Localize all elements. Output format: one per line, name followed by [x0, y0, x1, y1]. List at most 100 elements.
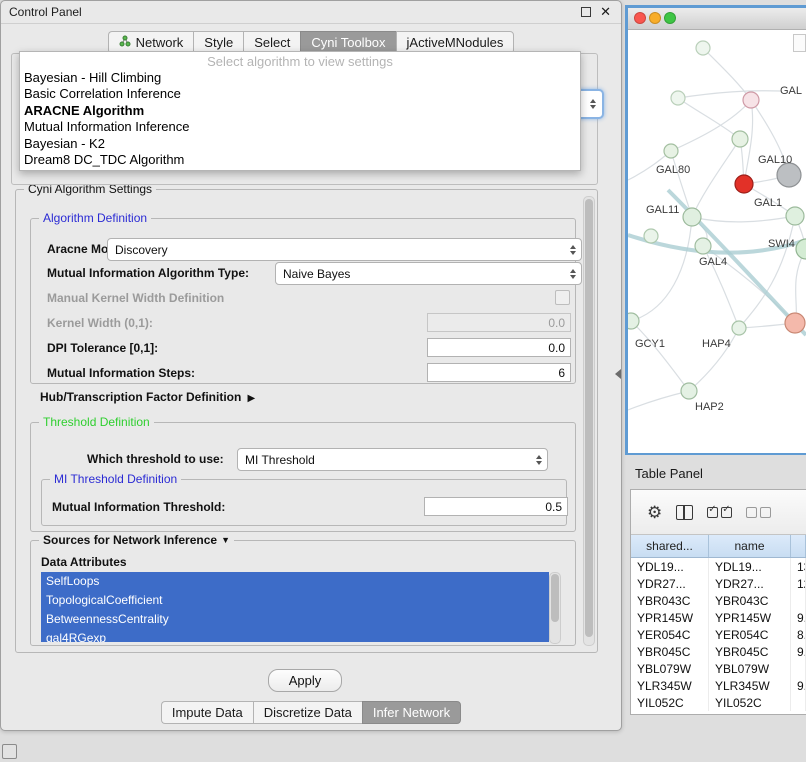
- hub-definition-toggle[interactable]: Hub/Transcription Factor Definition ▶: [40, 390, 255, 404]
- network-node[interactable]: [628, 313, 639, 329]
- table-cell: YDR27...: [709, 575, 791, 592]
- network-scrollbar-corner[interactable]: [793, 34, 806, 52]
- network-node[interactable]: [681, 383, 697, 399]
- table-cell: YDL19...: [631, 558, 709, 575]
- network-node[interactable]: [777, 163, 801, 187]
- algorithm-definition-group: Algorithm Definition Aracne Mode: Discov…: [30, 218, 576, 384]
- network-node[interactable]: [743, 92, 759, 108]
- sources-group-toggle[interactable]: Sources for Network Inference ▼: [39, 533, 234, 548]
- table-row[interactable]: YER054CYER054C8.: [631, 626, 806, 643]
- table-cell: YDR27...: [631, 575, 709, 592]
- algorithm-option[interactable]: Dream8 DC_TDC Algorithm: [20, 152, 580, 168]
- attribute-item-selected[interactable]: gal4RGexp: [41, 629, 549, 642]
- table-row[interactable]: YBL079WYBL079W: [631, 660, 806, 677]
- minimized-panel-icon[interactable]: [2, 744, 17, 759]
- network-node-label: GAL11: [646, 204, 679, 216]
- algorithm-option[interactable]: Basic Correlation Inference: [20, 86, 580, 102]
- table-cell: YPR145W: [631, 609, 709, 626]
- column-header-name[interactable]: name: [709, 535, 791, 557]
- tab-infer-network[interactable]: Infer Network: [362, 701, 461, 724]
- table-cell: YBL079W: [709, 660, 791, 677]
- table-toolbar: ⚙: [631, 490, 806, 535]
- table-row[interactable]: YBR045CYBR045C9.: [631, 643, 806, 660]
- table-row[interactable]: YDR27...YDR27...12: [631, 575, 806, 592]
- mi-steps-field[interactable]: [427, 363, 571, 382]
- manual-kernel-checkbox[interactable]: [555, 290, 570, 305]
- manual-kernel-label: Manual Kernel Width Definition: [47, 291, 224, 305]
- algorithm-option[interactable]: Bayesian - Hill Climbing: [20, 70, 580, 86]
- network-node[interactable]: [683, 208, 701, 226]
- network-canvas[interactable]: GALGAL80GAL10GAL11GAL1SWI4GAL4GCY1HAP4HA…: [628, 30, 806, 453]
- network-node-label: SWI4: [768, 238, 795, 250]
- network-node[interactable]: [735, 175, 753, 193]
- aracne-mode-value: Discovery: [115, 243, 168, 257]
- algorithm-option-highlighted[interactable]: ARACNE Algorithm: [20, 103, 580, 119]
- network-window-titlebar[interactable]: [628, 8, 806, 30]
- cyni-algorithm-settings-group: Cyni Algorithm Settings Algorithm Defini…: [15, 189, 598, 653]
- network-node[interactable]: [644, 229, 658, 243]
- table-cell: 9.: [791, 643, 806, 660]
- table-cell: YER054C: [631, 626, 709, 643]
- table-cell: YDL19...: [709, 558, 791, 575]
- column-header-extra[interactable]: [791, 535, 806, 557]
- network-node[interactable]: [695, 238, 711, 254]
- tab-label: jActiveMNodules: [407, 35, 504, 50]
- network-node[interactable]: [732, 131, 748, 147]
- network-node[interactable]: [664, 144, 678, 158]
- table-cell: YBR045C: [631, 643, 709, 660]
- table-cell: YBL079W: [631, 660, 709, 677]
- network-view-window: GALGAL80GAL10GAL11GAL1SWI4GAL4GCY1HAP4HA…: [625, 5, 806, 455]
- tab-label: Style: [204, 35, 233, 50]
- table-row[interactable]: YIL052CYIL052C: [631, 694, 806, 711]
- select-all-columns-icon[interactable]: [707, 507, 732, 518]
- attribute-item-selected[interactable]: BetweennessCentrality: [41, 610, 549, 629]
- table-row[interactable]: YDL19...YDL19...13: [631, 558, 806, 575]
- gear-icon[interactable]: ⚙: [647, 504, 662, 521]
- which-threshold-select[interactable]: MI Threshold: [237, 448, 548, 471]
- panel-collapse-handle[interactable]: [615, 369, 621, 379]
- network-node[interactable]: [696, 41, 710, 55]
- mi-type-select[interactable]: Naive Bayes: [275, 262, 582, 285]
- kernel-width-field[interactable]: [427, 313, 571, 332]
- table-cell: YLR345W: [709, 677, 791, 694]
- table-cell: YLR345W: [631, 677, 709, 694]
- which-threshold-label: Which threshold to use:: [87, 452, 224, 466]
- table-row[interactable]: YPR145WYPR145W9.: [631, 609, 806, 626]
- network-node[interactable]: [785, 313, 805, 333]
- tab-discretize-data[interactable]: Discretize Data: [253, 701, 362, 724]
- hub-definition-label: Hub/Transcription Factor Definition: [40, 390, 241, 404]
- apply-button[interactable]: Apply: [268, 669, 342, 692]
- table-cell: YPR145W: [709, 609, 791, 626]
- control-panel-titlebar[interactable]: Control Panel ✕: [1, 1, 621, 24]
- network-node[interactable]: [732, 321, 746, 335]
- combo-arrows-icon: [566, 269, 579, 279]
- column-header-shared-name[interactable]: shared...: [631, 535, 709, 557]
- aracne-mode-select[interactable]: Discovery: [107, 238, 582, 261]
- settings-scrollbar[interactable]: [583, 196, 595, 646]
- tab-impute-data[interactable]: Impute Data: [161, 701, 253, 724]
- minimize-traffic-light-icon[interactable]: [649, 12, 661, 24]
- network-node[interactable]: [786, 207, 804, 225]
- algorithm-option[interactable]: Mutual Information Inference: [20, 119, 580, 135]
- table-row[interactable]: YBR043CYBR043C: [631, 592, 806, 609]
- mi-threshold-group: MI Threshold Definition Mutual Informati…: [41, 479, 567, 526]
- network-node[interactable]: [671, 91, 685, 105]
- attributes-scrollbar[interactable]: [549, 572, 561, 644]
- table-cell: [791, 694, 806, 711]
- table-cell: YBR043C: [631, 592, 709, 609]
- dpi-tolerance-field[interactable]: [427, 338, 571, 357]
- attribute-item-selected[interactable]: TopologicalCoefficient: [41, 591, 549, 610]
- table-cell: [791, 660, 806, 677]
- close-icon[interactable]: ✕: [600, 6, 611, 18]
- zoom-traffic-light-icon[interactable]: [664, 12, 676, 24]
- table-row[interactable]: YLR345WYLR345W9.: [631, 677, 806, 694]
- attribute-item-selected[interactable]: SelfLoops: [41, 572, 549, 591]
- threshold-definition-title: Threshold Definition: [39, 415, 154, 430]
- column-view-icon[interactable]: [676, 505, 693, 520]
- float-window-icon[interactable]: [581, 7, 591, 17]
- close-traffic-light-icon[interactable]: [634, 12, 646, 24]
- deselect-all-columns-icon[interactable]: [746, 507, 771, 518]
- table-cell: 8.: [791, 626, 806, 643]
- algorithm-option[interactable]: Bayesian - K2: [20, 136, 580, 152]
- mi-threshold-field[interactable]: [424, 497, 568, 516]
